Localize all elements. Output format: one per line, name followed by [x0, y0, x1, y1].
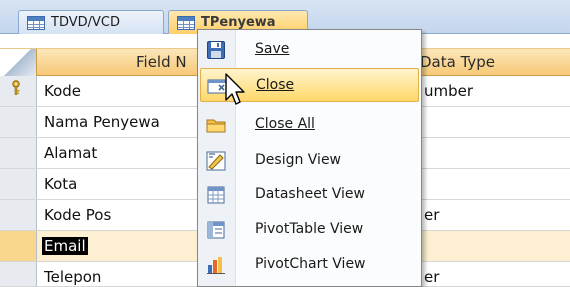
menu-item-datasheet-view[interactable]: Datasheet View — [200, 178, 419, 212]
select-all-corner[interactable] — [0, 49, 37, 76]
menu-label-design-view: Design View — [255, 152, 342, 168]
field-name-cell[interactable]: Kode Pos — [44, 206, 111, 224]
menu-item-design-view[interactable]: Design View — [200, 144, 419, 178]
data-type-cell[interactable]: er — [424, 268, 439, 286]
row-selector[interactable] — [0, 169, 37, 199]
field-name-cell[interactable]: Telepon — [44, 268, 101, 286]
data-type-cell[interactable]: umber — [424, 82, 473, 100]
menu-label-pivotchart-view: PivotChart View — [255, 256, 366, 272]
menu-label-close: Close — [256, 77, 295, 93]
menu-item-pivottable-view[interactable]: PivotTable View — [200, 213, 419, 247]
tab-tdvd-vcd[interactable]: TDVD/VCD — [18, 10, 164, 34]
menu-label-datasheet-view: Datasheet View — [255, 186, 365, 202]
row-selector[interactable] — [0, 231, 37, 261]
menu-item-pivotchart-view[interactable]: PivotChart View — [200, 248, 419, 282]
column-header-data-type[interactable]: Data Type — [420, 53, 495, 71]
column-header-field-name[interactable]: Field N — [136, 53, 187, 71]
menu-label-close-all: Close All — [255, 116, 315, 132]
pivottable-view-icon — [207, 221, 225, 239]
row-selector[interactable] — [0, 200, 37, 230]
datasheet-view-icon — [207, 186, 225, 204]
field-name-cell[interactable]: Email — [42, 237, 88, 255]
tab-label: TPenyewa — [201, 15, 276, 30]
menu-label-save: Save — [255, 41, 290, 57]
design-view-icon — [206, 151, 226, 171]
field-name-cell[interactable]: Kota — [44, 175, 77, 193]
save-icon — [207, 41, 225, 59]
tab-label: TDVD/VCD — [51, 15, 120, 30]
row-selector[interactable] — [0, 107, 37, 137]
row-selector[interactable] — [0, 138, 37, 168]
table-icon — [27, 15, 45, 30]
field-name-cell[interactable]: Nama Penyewa — [44, 113, 160, 131]
pivotchart-view-icon — [207, 257, 225, 274]
menu-item-save[interactable]: Save — [200, 33, 419, 67]
mouse-pointer-icon — [225, 73, 245, 105]
primary-key-icon — [12, 80, 20, 95]
menu-item-close-all[interactable]: Close All — [200, 108, 419, 142]
field-name-cell[interactable]: Kode — [44, 82, 81, 100]
row-selector[interactable] — [0, 262, 37, 286]
field-name-cell[interactable]: Alamat — [44, 144, 97, 162]
table-icon — [177, 15, 195, 30]
menu-label-pivottable-view: PivotTable View — [255, 221, 364, 237]
tab-context-menu: Save Close Close All Design View Datashe… — [197, 29, 422, 287]
data-type-cell[interactable]: er — [424, 206, 439, 224]
folder-icon — [206, 119, 226, 133]
row-selector[interactable] — [0, 76, 37, 106]
